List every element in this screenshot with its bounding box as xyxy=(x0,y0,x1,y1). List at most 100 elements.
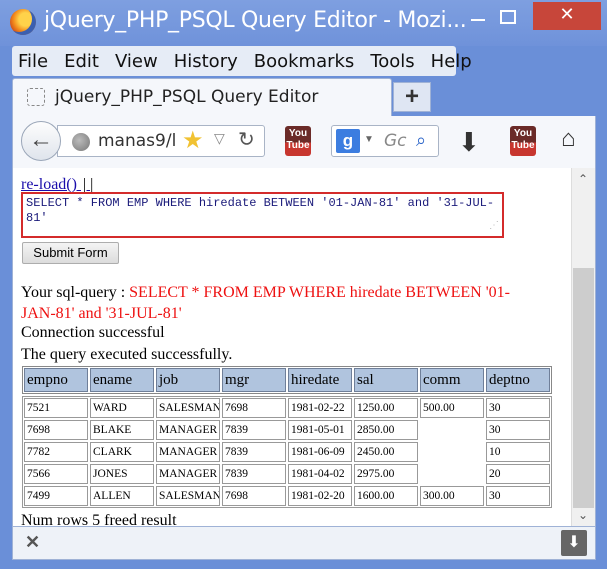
table-cell: CLARK xyxy=(90,442,154,462)
resize-grip-icon[interactable]: ⋰ xyxy=(489,219,499,234)
menu-view[interactable]: View xyxy=(115,51,158,72)
reload-link-text[interactable]: re-load() xyxy=(21,176,77,193)
bookmark-star-icon[interactable]: ★ xyxy=(182,126,204,155)
close-window-button[interactable]: ✕ xyxy=(533,2,601,30)
google-icon[interactable]: g xyxy=(336,129,360,153)
tab-query-editor[interactable]: jQuery_PHP_PSQL Query Editor xyxy=(12,78,392,116)
table-cell: MANAGER xyxy=(156,464,220,484)
header-cell: empno xyxy=(24,368,88,392)
table-cell: 2450.00 xyxy=(354,442,418,462)
table-cell: 1981-06-09 xyxy=(288,442,352,462)
query-textarea[interactable]: SELECT * FROM EMP WHERE hiredate BETWEEN… xyxy=(21,192,504,238)
tab-label: jQuery_PHP_PSQL Query Editor xyxy=(55,87,319,107)
table-cell: 1981-04-02 xyxy=(288,464,352,484)
menu-file[interactable]: File xyxy=(18,51,48,72)
table-row: 7782 CLARK MANAGER 7839 1981-06-09 2450.… xyxy=(24,442,550,462)
menu-history[interactable]: History xyxy=(174,51,238,72)
search-input[interactable]: Gc xyxy=(384,131,407,151)
header-cell: ename xyxy=(90,368,154,392)
download-arrow-icon[interactable]: ⬇ xyxy=(458,127,480,158)
download-arrow-icon[interactable]: ⬇ xyxy=(561,530,587,556)
maximize-button[interactable] xyxy=(497,8,517,24)
scroll-down-arrow-icon[interactable]: ⌄ xyxy=(578,508,588,522)
close-icon[interactable]: ✕ xyxy=(25,532,40,553)
table-cell: 30 xyxy=(486,398,550,418)
table-cell: BLAKE xyxy=(90,420,154,440)
url-bar[interactable]: manas9/l ★ ▽ ↻ xyxy=(57,125,265,157)
scroll-up-arrow-icon[interactable]: ⌃ xyxy=(578,172,588,186)
table-row: 7499 ALLEN SALESMAN 7698 1981-02-20 1600… xyxy=(24,486,550,506)
table-cell: 7698 xyxy=(222,398,286,418)
firefox-logo-icon xyxy=(10,9,36,35)
page-viewport: re-load() | | SELECT * FROM EMP WHERE hi… xyxy=(12,168,596,526)
bottom-bar: ✕ ⬇ xyxy=(12,526,596,560)
url-dropdown-icon[interactable]: ▽ xyxy=(214,130,225,147)
reload-icon[interactable]: ↻ xyxy=(238,127,255,152)
execution-message: The query executed successfully. xyxy=(21,346,233,363)
sql-query-echo: Your sql-query : SELECT * FROM EMP WHERE… xyxy=(21,282,516,324)
result-header-table: empno ename job mgr hiredate sal comm de… xyxy=(22,366,552,394)
header-cell: hiredate xyxy=(288,368,352,392)
table-cell: 300.00 xyxy=(420,486,484,506)
table-cell: 7499 xyxy=(24,486,88,506)
table-cell: 7566 xyxy=(24,464,88,484)
table-cell: 2850.00 xyxy=(354,420,418,440)
submit-form-button[interactable]: Submit Form xyxy=(22,242,119,264)
header-row: empno ename job mgr hiredate sal comm de… xyxy=(24,368,550,392)
table-cell-empty xyxy=(420,464,484,484)
menu-edit[interactable]: Edit xyxy=(64,51,99,72)
table-cell: 1981-02-22 xyxy=(288,398,352,418)
table-cell: MANAGER xyxy=(156,442,220,462)
reload-separator: | | xyxy=(82,176,94,193)
table-cell: 7698 xyxy=(222,486,286,506)
home-icon[interactable]: ⌂ xyxy=(561,125,576,153)
table-cell: 30 xyxy=(486,486,550,506)
table-cell: 7839 xyxy=(222,420,286,440)
table-cell: WARD xyxy=(90,398,154,418)
num-rows-message: Num rows 5 freed result xyxy=(21,512,177,526)
menu-bar: File Edit View History Bookmarks Tools H… xyxy=(12,46,472,76)
table-cell: SALESMAN xyxy=(156,398,220,418)
search-icon[interactable]: ⌕ xyxy=(416,130,426,151)
table-row: 7698 BLAKE MANAGER 7839 1981-05-01 2850.… xyxy=(24,420,550,440)
connection-message: Connection successful xyxy=(21,324,165,341)
query-text[interactable]: SELECT * FROM EMP WHERE hiredate BETWEEN… xyxy=(26,196,494,225)
back-button[interactable]: ← xyxy=(21,121,61,161)
search-bar[interactable]: g ▼ Gc ⌕ xyxy=(331,125,439,157)
header-cell: deptno xyxy=(486,368,550,392)
table-cell: JONES xyxy=(90,464,154,484)
youtube-icon[interactable]: You Tube xyxy=(510,126,536,156)
table-cell: 20 xyxy=(486,464,550,484)
youtube-icon[interactable]: You Tube xyxy=(285,126,311,156)
page-favicon-icon xyxy=(27,88,45,106)
header-cell: mgr xyxy=(222,368,286,392)
table-cell: 1981-02-20 xyxy=(288,486,352,506)
globe-icon xyxy=(72,133,90,151)
menu-help[interactable]: Help xyxy=(431,51,472,72)
minimize-button[interactable] xyxy=(469,8,489,24)
search-engine-dropdown-icon[interactable]: ▼ xyxy=(364,134,374,145)
table-cell: 7839 xyxy=(222,464,286,484)
url-text[interactable]: manas9/l xyxy=(98,131,176,151)
table-cell: 7839 xyxy=(222,442,286,462)
sql-label: Your sql-query : xyxy=(21,284,130,301)
table-cell: MANAGER xyxy=(156,420,220,440)
table-cell: 30 xyxy=(486,420,550,440)
table-cell: 500.00 xyxy=(420,398,484,418)
table-cell: 10 xyxy=(486,442,550,462)
table-cell-empty xyxy=(420,442,484,462)
menu-bookmarks[interactable]: Bookmarks xyxy=(254,51,355,72)
table-cell: ALLEN xyxy=(90,486,154,506)
window-title: jQuery_PHP_PSQL Query Editor - Mozi... xyxy=(44,8,467,33)
vertical-scrollbar[interactable]: ⌃ ⌄ xyxy=(571,168,595,526)
table-cell: 1981-05-01 xyxy=(288,420,352,440)
table-cell: 1600.00 xyxy=(354,486,418,506)
scrollbar-thumb[interactable] xyxy=(573,268,594,508)
table-cell: 1250.00 xyxy=(354,398,418,418)
menu-tools[interactable]: Tools xyxy=(370,51,414,72)
table-row: 7521 WARD SALESMAN 7698 1981-02-22 1250.… xyxy=(24,398,550,418)
table-row: 7566 JONES MANAGER 7839 1981-04-02 2975.… xyxy=(24,464,550,484)
new-tab-button[interactable]: + xyxy=(393,82,431,112)
navigation-bar: manas9/l ★ ▽ ↻ ← You Tube g ▼ Gc ⌕ ⬇ You… xyxy=(12,116,596,168)
table-cell: 7782 xyxy=(24,442,88,462)
